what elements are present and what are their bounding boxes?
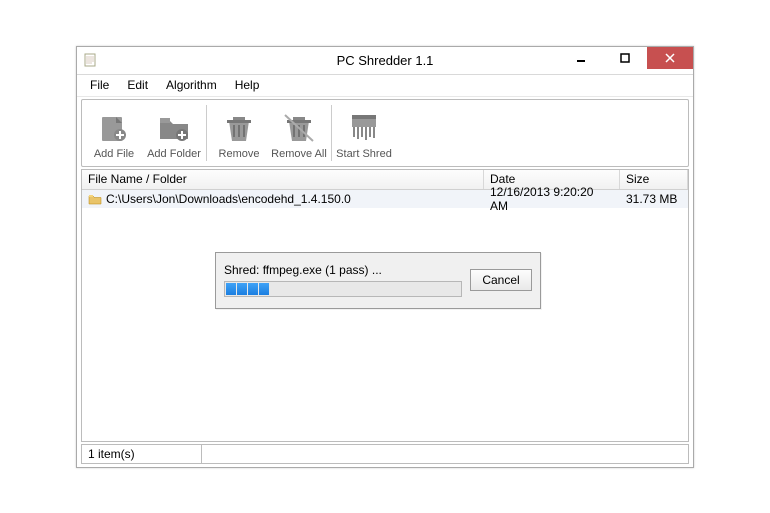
column-name[interactable]: File Name / Folder xyxy=(82,170,484,189)
close-button[interactable] xyxy=(647,47,693,69)
start-shred-icon xyxy=(346,111,382,145)
menu-file[interactable]: File xyxy=(81,76,118,94)
add-file-icon xyxy=(96,111,132,145)
column-size[interactable]: Size xyxy=(620,170,688,189)
add-folder-icon xyxy=(156,111,192,145)
cancel-button[interactable]: Cancel xyxy=(470,269,532,291)
folder-icon xyxy=(88,192,102,206)
minimize-button[interactable] xyxy=(559,47,603,69)
shred-status-text: Shred: ffmpeg.exe (1 pass) ... xyxy=(224,263,462,277)
start-shred-button[interactable]: Start Shred xyxy=(334,102,394,164)
menu-edit[interactable]: Edit xyxy=(118,76,157,94)
maximize-button[interactable] xyxy=(603,47,647,69)
cell-name: C:\Users\Jon\Downloads\encodehd_1.4.150.… xyxy=(82,190,484,208)
window-controls xyxy=(559,47,693,74)
add-file-label: Add File xyxy=(94,148,134,160)
status-count: 1 item(s) xyxy=(81,444,201,464)
add-folder-button[interactable]: Add Folder xyxy=(144,102,204,164)
remove-label: Remove xyxy=(219,148,260,160)
remove-all-icon xyxy=(281,111,317,145)
app-icon xyxy=(83,52,99,68)
cell-size: 31.73 MB xyxy=(620,190,688,208)
menu-bar: File Edit Algorithm Help xyxy=(77,75,693,97)
row-name-text: C:\Users\Jon\Downloads\encodehd_1.4.150.… xyxy=(106,192,351,206)
remove-button[interactable]: Remove xyxy=(209,102,269,164)
remove-icon xyxy=(221,111,257,145)
close-icon xyxy=(665,53,675,63)
menu-algorithm[interactable]: Algorithm xyxy=(157,76,226,94)
minimize-icon xyxy=(576,53,586,63)
remove-all-button[interactable]: Remove All xyxy=(269,102,329,164)
shred-progress-dialog: Shred: ffmpeg.exe (1 pass) ... Cancel xyxy=(215,252,541,309)
toolbar-separator xyxy=(331,105,332,161)
list-row[interactable]: C:\Users\Jon\Downloads\encodehd_1.4.150.… xyxy=(82,190,688,208)
toolbar-separator xyxy=(206,105,207,161)
progress-fill xyxy=(226,283,270,295)
add-file-button[interactable]: Add File xyxy=(84,102,144,164)
start-shred-label: Start Shred xyxy=(336,148,392,160)
remove-all-label: Remove All xyxy=(271,148,327,160)
status-bar: 1 item(s) xyxy=(81,444,689,464)
cell-date: 12/16/2013 9:20:20 AM xyxy=(484,190,620,208)
maximize-icon xyxy=(620,53,630,63)
app-window: PC Shredder 1.1 File Edit Algorithm Help… xyxy=(76,46,694,468)
toolbar: Add File Add Folder Remove Remove All xyxy=(81,99,689,167)
titlebar: PC Shredder 1.1 xyxy=(77,47,693,75)
menu-help[interactable]: Help xyxy=(226,76,269,94)
file-list: File Name / Folder Date Size C:\Users\Jo… xyxy=(81,169,689,442)
list-body: C:\Users\Jon\Downloads\encodehd_1.4.150.… xyxy=(82,190,688,441)
add-folder-label: Add Folder xyxy=(147,148,201,160)
progress-bar xyxy=(224,281,462,297)
status-blank xyxy=(201,444,689,464)
